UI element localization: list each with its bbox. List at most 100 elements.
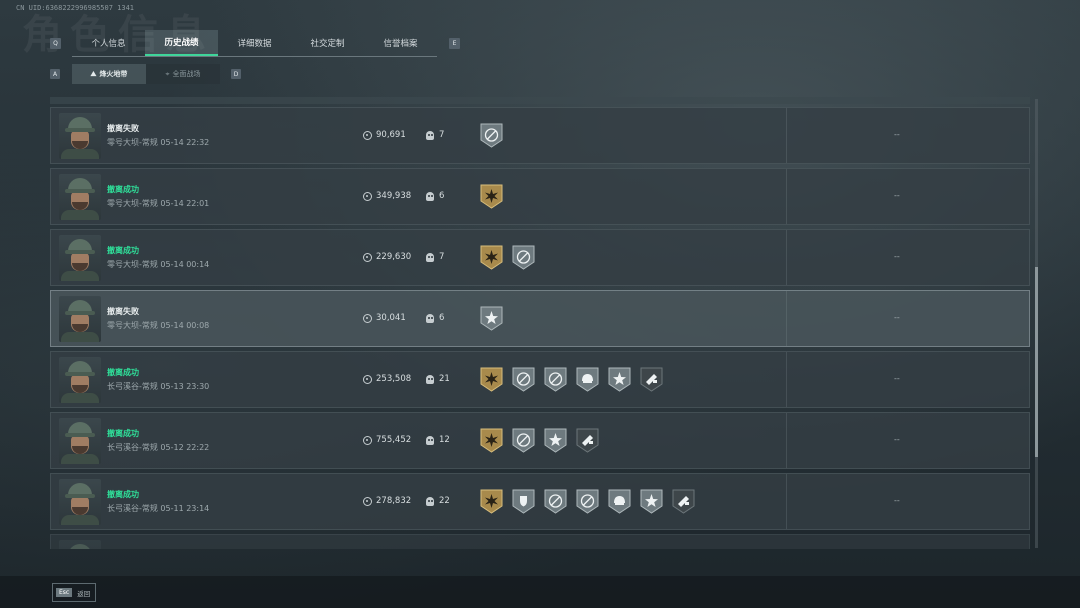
extra-info: -- <box>894 191 900 200</box>
loot-value-text: 30,041 <box>376 313 406 323</box>
extraction-status: 撤离失败 <box>107 124 139 133</box>
map-and-time: 长弓溪谷-常规 05-12 22:22 <box>107 443 210 452</box>
coin-icon <box>363 496 372 506</box>
silver-no-ammo-medal-icon[interactable] <box>511 427 536 454</box>
kill-count: 7 <box>426 252 444 262</box>
avatar <box>59 479 101 525</box>
loot-value: 253,508 <box>363 374 411 384</box>
loot-value-text: 349,938 <box>376 191 412 201</box>
silver-no-ammo-medal-icon[interactable] <box>479 122 504 149</box>
silver-helmet-medal-icon[interactable] <box>607 488 632 515</box>
column-divider <box>786 169 787 224</box>
skull-icon <box>426 374 434 384</box>
skull-icon <box>426 252 434 262</box>
gold-burst-medal-icon[interactable] <box>479 244 504 271</box>
extra-info: -- <box>894 252 900 261</box>
coin-icon <box>363 374 372 384</box>
table-row[interactable]: 撤离成功 长弓溪谷-常规 05-11 23:14 278,832 22 -- <box>50 473 1030 530</box>
scrollbar[interactable] <box>1035 99 1038 548</box>
map-and-time: 零号大坝-常规 05-14 22:01 <box>107 199 210 208</box>
extraction-status: 撤离成功 <box>107 246 139 255</box>
silver-star-medal-icon[interactable] <box>639 488 664 515</box>
avatar <box>59 174 101 220</box>
loot-value-text: 278,832 <box>376 496 412 506</box>
tab-operations-zone[interactable]: ⛰ 烽火地带 <box>72 64 146 84</box>
table-row[interactable]: 撤离失败 零号大坝-常规 05-14 00:08 30,041 6 -- <box>50 290 1030 347</box>
scrollbar-thumb[interactable] <box>1035 267 1038 457</box>
gold-burst-medal-icon[interactable] <box>479 183 504 210</box>
map-and-time: 零号大坝-常规 05-14 22:32 <box>107 138 210 147</box>
medal-list <box>479 366 664 393</box>
silver-no-ammo-medal-icon[interactable] <box>511 244 536 271</box>
key-hint-left[interactable]: Q <box>50 38 61 49</box>
skull-icon <box>426 435 434 445</box>
table-row[interactable]: 撤离成功零号大坝-常规 05-14 00:14 229,630 7 -- <box>50 229 1030 286</box>
gold-burst-medal-icon[interactable] <box>479 427 504 454</box>
table-row[interactable]: 撤离失败 零号大坝-常规 05-14 22:32 90,691 7 -- <box>50 107 1030 164</box>
silver-star-medal-icon[interactable] <box>479 305 504 332</box>
tab-detailed-data[interactable]: 详细数据 <box>218 30 291 56</box>
medal-list <box>479 183 504 210</box>
tab-reputation[interactable]: 信誉档案 <box>364 30 437 56</box>
kill-count-text: 6 <box>439 191 445 201</box>
avatar <box>59 235 101 281</box>
back-button[interactable]: Esc 返回 <box>52 583 96 602</box>
gold-burst-medal-icon[interactable] <box>479 488 504 515</box>
subkey-hint-left[interactable]: A <box>50 69 60 79</box>
loot-value-text: 755,452 <box>376 435 412 445</box>
map-and-time: 零号大坝-常规 05-14 00:14 <box>107 260 210 269</box>
column-divider <box>786 291 787 346</box>
kill-count: 21 <box>426 374 450 384</box>
loot-value-text: 90,691 <box>376 130 406 140</box>
tab-personal-info[interactable]: 个人信息 <box>72 30 145 56</box>
esc-key: Esc <box>56 588 73 597</box>
coin-icon <box>363 313 372 323</box>
extra-info: -- <box>894 496 900 505</box>
silver-helmet-medal-icon[interactable] <box>575 366 600 393</box>
silver-star-medal-icon[interactable] <box>607 366 632 393</box>
column-divider <box>786 413 787 468</box>
coin-icon <box>363 191 372 201</box>
kill-count-text: 6 <box>439 313 445 323</box>
dark-gun-medal-icon[interactable] <box>671 488 696 515</box>
kill-count-text: 22 <box>439 496 450 506</box>
loot-value-text: 229,630 <box>376 252 412 262</box>
silver-star-medal-icon[interactable] <box>543 427 568 454</box>
map-and-time: 长弓溪谷-常规 05-11 23:14 <box>107 504 210 513</box>
column-divider <box>786 352 787 407</box>
skull-icon <box>426 191 434 201</box>
map-and-time: 长弓溪谷-常规 05-13 23:30 <box>107 382 210 391</box>
avatar <box>59 357 101 403</box>
match-history-list[interactable]: 撤离失败 零号大坝-常规 05-14 22:32 90,691 7 -- 撤离成功 零号大坝… <box>50 97 1030 549</box>
table-row[interactable]: 撤离成功长弓溪谷-常规 05-13 23:30 253,508 21 -- <box>50 351 1030 408</box>
kill-count: 7 <box>426 130 444 140</box>
kill-count-text: 12 <box>439 435 450 445</box>
kill-count-text: 7 <box>439 252 445 262</box>
medal-list <box>479 244 536 271</box>
column-divider <box>786 108 787 163</box>
kill-count-text: 7 <box>439 130 445 140</box>
dark-gun-medal-icon[interactable] <box>639 366 664 393</box>
loot-value: 349,938 <box>363 191 411 201</box>
extraction-status: 撤离成功 <box>107 368 139 377</box>
gold-burst-medal-icon[interactable] <box>479 366 504 393</box>
loot-value-text: 253,508 <box>376 374 412 384</box>
mountain-icon: ⛰ <box>90 69 97 78</box>
skull-icon <box>426 130 434 140</box>
silver-no-ammo-medal-icon[interactable] <box>543 488 568 515</box>
mode-tabs: ⛰ 烽火地带 ⌖ 全面战场 <box>72 64 220 84</box>
subkey-hint-right[interactable]: D <box>231 69 241 79</box>
tab-match-history[interactable]: 历史战绩 <box>145 30 218 56</box>
silver-no-ammo-medal-icon[interactable] <box>511 366 536 393</box>
key-hint-right[interactable]: E <box>449 38 460 49</box>
extra-info: -- <box>894 435 900 444</box>
silver-shield-medal-icon[interactable] <box>511 488 536 515</box>
tab-full-battlefield[interactable]: ⌖ 全面战场 <box>146 64 220 84</box>
dark-gun-medal-icon[interactable] <box>575 427 600 454</box>
silver-no-ammo-medal-icon[interactable] <box>575 488 600 515</box>
table-row[interactable]: 撤离成功 长弓溪谷-常规 05-12 22:22 755,452 12 -- <box>50 412 1030 469</box>
tab-social-custom[interactable]: 社交定制 <box>291 30 364 56</box>
table-row[interactable]: 撤离成功 零号大坝-常规 05-14 22:01 349,938 6 -- <box>50 168 1030 225</box>
silver-no-ammo-medal-icon[interactable] <box>543 366 568 393</box>
extra-info: -- <box>894 374 900 383</box>
